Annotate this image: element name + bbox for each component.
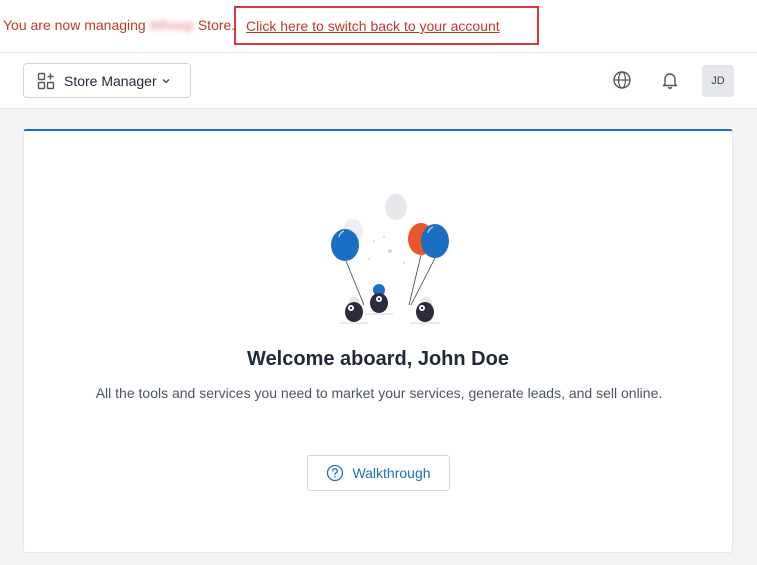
banner-suffix: Store. (197, 17, 236, 33)
walkthrough-label: Walkthrough (352, 465, 431, 481)
redacted-store-name: Whoop (149, 17, 194, 33)
apps-icon (37, 72, 55, 90)
welcome-title: Welcome aboard, John Doe (247, 348, 509, 370)
impersonation-banner: You are now managing Whoop Store. Click … (0, 0, 757, 53)
welcome-description: All the tools and services you need to m… (95, 385, 663, 401)
store-manager-dropdown[interactable]: Store Manager (23, 63, 191, 98)
banner-prefix: You are now managing (3, 17, 146, 33)
top-navigation-bar: Store Manager JD (0, 53, 757, 109)
switch-link-highlight: Click here to switch back to your accoun… (234, 6, 539, 45)
welcome-card: Welcome aboard, John Doe All the tools a… (23, 129, 733, 553)
help-circle-icon (326, 464, 344, 482)
user-avatar[interactable]: JD (702, 65, 734, 97)
bell-icon[interactable] (659, 69, 681, 91)
banner-message: You are now managing Whoop Store. (3, 17, 235, 33)
walkthrough-button[interactable]: Walkthrough (307, 455, 450, 491)
switch-back-link[interactable]: Click here to switch back to your accoun… (246, 18, 500, 34)
balloons-illustration (304, 193, 454, 328)
store-manager-label: Store Manager (64, 72, 157, 89)
chevron-down-icon (161, 76, 171, 86)
globe-icon[interactable] (611, 69, 633, 91)
